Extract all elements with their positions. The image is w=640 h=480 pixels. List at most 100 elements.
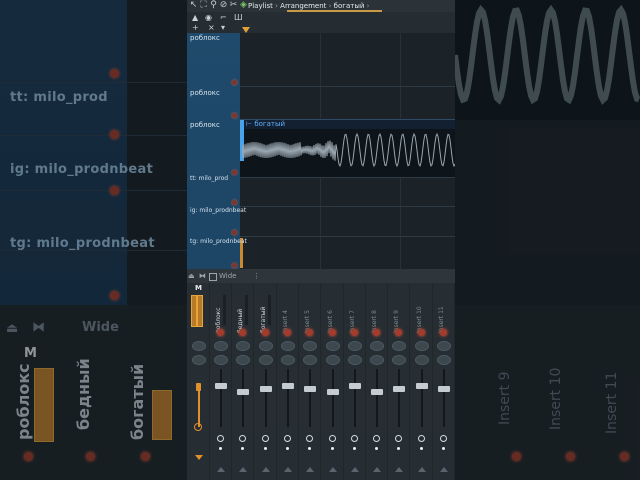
track-header[interactable]: tt: milo_prod: [187, 175, 240, 206]
volume-fader[interactable]: [371, 389, 384, 395]
route-arrow-icon[interactable]: [395, 467, 404, 472]
record-arm-icon[interactable]: [306, 435, 314, 442]
master-route-icon[interactable]: [195, 455, 203, 460]
breadcrumb-clip[interactable]: богатый: [334, 2, 365, 10]
send-dot-icon[interactable]: [306, 329, 314, 336]
send-dot-icon[interactable]: [440, 329, 447, 336]
stereo-knob[interactable]: [370, 355, 385, 365]
audio-clip[interactable]: ⊢ богатый: [240, 119, 455, 177]
pan-knob[interactable]: [414, 341, 429, 351]
record-dot-icon[interactable]: [232, 113, 237, 118]
insert-strip[interactable]: Insert 9: [387, 283, 411, 480]
record-arm-icon[interactable]: [328, 435, 336, 442]
volume-fader[interactable]: [281, 383, 294, 389]
send-dot-icon[interactable]: [350, 329, 358, 336]
panel-icon[interactable]: [209, 273, 217, 281]
snap-icon[interactable]: ▲: [192, 13, 198, 22]
insert-strip[interactable]: Insert 4: [276, 283, 299, 480]
track-header[interactable]: tg: milo_prodnbeat: [187, 236, 247, 269]
volume-fader[interactable]: [304, 386, 317, 392]
master-volume-fader[interactable]: [196, 383, 201, 391]
pan-knob[interactable]: [258, 341, 273, 351]
stereo-knob[interactable]: [258, 355, 273, 365]
record-arm-icon[interactable]: [239, 435, 247, 442]
record-arm-icon[interactable]: [440, 435, 447, 442]
record-arm-icon[interactable]: [217, 435, 224, 442]
route-dot-icon[interactable]: [442, 447, 445, 450]
route-dot-icon[interactable]: [419, 447, 423, 450]
insert-strip[interactable]: бедный: [231, 283, 255, 480]
route-arrow-icon[interactable]: [350, 467, 359, 472]
send-dot-icon[interactable]: [417, 329, 425, 336]
volume-fader[interactable]: [415, 383, 428, 389]
insert-strip[interactable]: Insert 11: [432, 283, 455, 480]
volume-fader[interactable]: [326, 389, 339, 395]
select-icon[interactable]: ⛶: [199, 1, 208, 10]
breadcrumb-playlist[interactable]: Playlist: [248, 2, 273, 10]
record-dot-icon[interactable]: [232, 263, 237, 268]
route-arrow-icon[interactable]: [239, 467, 248, 472]
send-dot-icon[interactable]: [261, 329, 269, 336]
send-dot-icon[interactable]: [283, 329, 291, 336]
volume-fader[interactable]: [393, 386, 406, 392]
stereo-knob[interactable]: [414, 355, 429, 365]
zoom-icon[interactable]: ⚲: [209, 1, 218, 10]
send-dot-icon[interactable]: [395, 329, 403, 336]
route-dot-icon[interactable]: [285, 447, 289, 450]
pan-knob[interactable]: [303, 341, 318, 351]
slice-icon[interactable]: ✂: [229, 1, 238, 10]
pan-knob[interactable]: [280, 341, 295, 351]
route-dot-icon[interactable]: [263, 447, 267, 450]
track-header[interactable]: ig: milo_prodnbeat: [187, 206, 246, 236]
pan-knob[interactable]: [347, 341, 362, 351]
volume-fader[interactable]: [259, 386, 272, 392]
eject-icon[interactable]: ⏏: [188, 271, 195, 281]
record-arm-icon[interactable]: [350, 435, 358, 442]
playlist-arrow-icon[interactable]: ◈: [239, 1, 248, 10]
pan-knob[interactable]: [392, 341, 407, 351]
record-arm-icon[interactable]: [417, 435, 425, 442]
breadcrumb-arrangement[interactable]: Arrangement: [280, 2, 326, 10]
volume-fader[interactable]: [215, 383, 227, 389]
pan-knob[interactable]: [236, 341, 251, 351]
stereo-knob[interactable]: [192, 355, 206, 365]
clip-header[interactable]: ⊢ богатый: [240, 120, 455, 129]
route-dot-icon[interactable]: [308, 447, 312, 450]
send-dot-icon[interactable]: [217, 329, 224, 336]
route-dot-icon[interactable]: [397, 447, 401, 450]
volume-fader[interactable]: [237, 389, 250, 395]
master-strip[interactable]: M: [187, 283, 210, 480]
route-dot-icon[interactable]: [219, 447, 222, 450]
pan-knob[interactable]: [214, 341, 228, 351]
route-arrow-icon[interactable]: [328, 467, 337, 472]
send-dot-icon[interactable]: [328, 329, 336, 336]
send-dot-icon[interactable]: [373, 329, 381, 336]
stereo-knob[interactable]: [236, 355, 251, 365]
track-header[interactable]: роблокс: [187, 86, 240, 119]
stereo-knob[interactable]: [280, 355, 295, 365]
magnet-icon[interactable]: ◉: [205, 13, 212, 22]
route-dot-icon[interactable]: [241, 447, 245, 450]
record-dot-icon[interactable]: [232, 200, 237, 205]
insert-strip[interactable]: Insert 5: [298, 283, 322, 480]
record-dot-icon[interactable]: [232, 170, 237, 175]
pan-knob[interactable]: [437, 341, 451, 351]
route-dot-icon[interactable]: [330, 447, 334, 450]
dropdown-icon[interactable]: ▾: [221, 23, 225, 32]
pan-knob[interactable]: [325, 341, 340, 351]
stereo-knob[interactable]: [214, 355, 228, 365]
record-arm-icon[interactable]: [283, 435, 291, 442]
playhead-marker[interactable]: [242, 27, 250, 33]
track-header[interactable]: роблокс: [187, 119, 240, 177]
route-arrow-icon[interactable]: [217, 467, 225, 472]
insert-strip[interactable]: Insert 7: [343, 283, 366, 480]
master-record-icon[interactable]: [194, 423, 202, 431]
volume-fader[interactable]: [438, 386, 450, 392]
pan-knob[interactable]: [192, 341, 206, 351]
mixer-menu-icon[interactable]: ⋮: [253, 271, 260, 281]
insert-strip[interactable]: Insert 10: [410, 283, 433, 480]
insert-strip[interactable]: Insert 8: [365, 283, 389, 480]
stereo-knob[interactable]: [303, 355, 318, 365]
insert-strip[interactable]: богатый: [254, 283, 277, 480]
route-arrow-icon[interactable]: [283, 467, 292, 472]
